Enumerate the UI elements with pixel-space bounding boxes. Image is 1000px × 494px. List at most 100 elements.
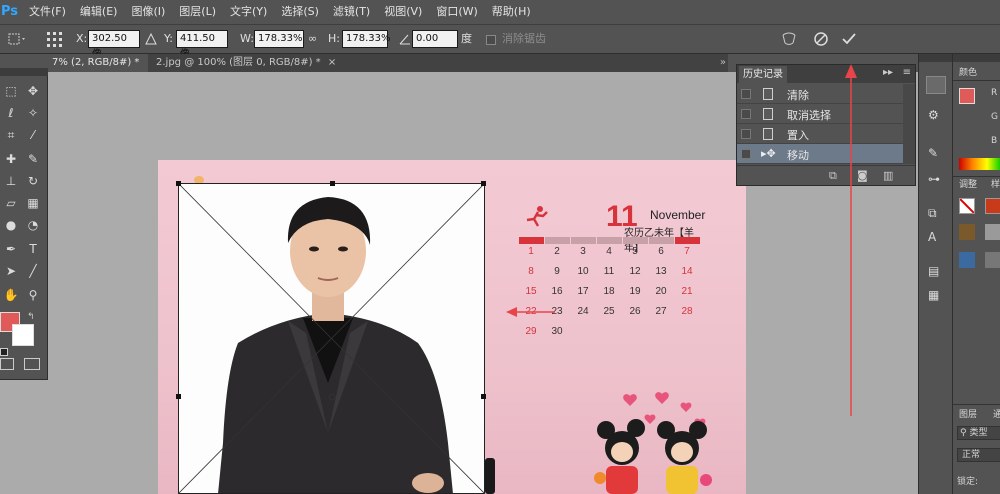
menu-select[interactable]: 选择(S) [274,0,326,24]
panel-column-grip[interactable] [919,54,953,62]
menu-window[interactable]: 窗口(W) [429,0,484,24]
menu-file[interactable]: 文件(F) [22,0,73,24]
menu-layer[interactable]: 图层(L) [172,0,223,24]
style-swatch[interactable] [985,198,1000,214]
swap-colors-icon[interactable]: ↰ [27,312,35,322]
y-position-input[interactable]: 411.50 像 [176,30,228,60]
history-item-active[interactable]: ▸✥ 移动 [737,144,903,164]
tab-styles[interactable]: 样 [987,178,1000,192]
trash-icon[interactable]: ▥ [883,169,893,182]
commit-transform-icon[interactable] [840,30,858,48]
right-panels-grip[interactable] [953,54,1000,62]
link-icon[interactable]: ∞ [308,30,322,48]
tools-panel-grip[interactable] [0,68,48,76]
history-item[interactable]: 取消选择 [737,104,903,124]
magic-wand-tool-icon[interactable]: ✧ [24,104,42,122]
brush-tool-icon[interactable]: ✎ [24,150,42,168]
height-input[interactable]: 178.33% [342,30,391,48]
clone-stamp-tool-icon[interactable]: ⊥ [2,172,20,190]
path-selection-tool-icon[interactable]: ➤ [2,262,20,280]
cartoon-mouse-decoration [594,392,712,494]
panel-menu-icon[interactable]: ≡ [903,67,911,78]
rotate-angle-input[interactable]: 0.00 [412,30,458,48]
history-source-checkbox[interactable] [741,89,751,99]
menu-edit[interactable]: 编辑(E) [73,0,125,24]
history-item[interactable]: 置入 [737,124,903,144]
history-scrollbar[interactable] [903,84,915,164]
quick-mask-icon[interactable] [0,358,14,370]
tab-adjustments[interactable]: 调整 [955,178,981,192]
zoom-tool-icon[interactable]: ⚲ [24,286,42,304]
lasso-tool-icon[interactable]: ℓ [2,104,20,122]
style-swatch[interactable] [959,252,975,268]
crop-tool-icon[interactable]: ⌗ [2,126,20,144]
brush-panel-icon[interactable]: ✎ [928,146,938,160]
panel-collapse-icon[interactable]: ▸▸ [883,67,893,78]
blend-mode-select[interactable]: 正常 [957,448,1000,462]
menu-filter[interactable]: 滤镜(T) [326,0,377,24]
hand-tool-icon[interactable]: ✋ [2,286,20,304]
history-panel-title[interactable]: 历史记录 [739,66,787,83]
menu-view[interactable]: 视图(V) [377,0,429,24]
blur-tool-icon[interactable]: ● [2,216,20,234]
history-panel-icon[interactable] [926,76,946,94]
background-color-swatch[interactable] [12,324,34,346]
character-panel-icon[interactable]: A [928,230,936,244]
transform-handle-right[interactable] [481,394,486,399]
tab-document-2[interactable]: 2.jpg @ 100% (图层 0, RGB/8#) * × [152,54,362,72]
dodge-tool-icon[interactable]: ◔ [24,216,42,234]
tab-color[interactable]: 颜色 [955,66,982,80]
tab-document-1[interactable]: 7% (2, RGB/8#) * × [48,54,148,86]
eyedropper-tool-icon[interactable]: ⁄ [24,126,42,144]
layer-filter-select[interactable]: ⚲ 类型 [957,426,1000,440]
type-tool-icon[interactable]: T [24,240,42,258]
history-source-checkbox[interactable] [741,129,751,139]
history-source-checkbox[interactable] [741,109,751,119]
line-tool-icon[interactable]: ╱ [24,262,42,280]
transform-tool-icon[interactable] [6,30,28,48]
reference-point-icon[interactable] [44,30,66,48]
style-swatch[interactable] [985,252,1000,268]
properties-panel-icon[interactable]: ⚙ [928,108,939,122]
style-swatch[interactable] [985,224,1000,240]
style-swatch[interactable] [959,224,975,240]
transform-handle-top[interactable] [330,181,335,186]
transform-handle-top-right[interactable] [481,181,486,186]
marquee-tool-icon[interactable]: ⬚ [2,82,20,100]
transform-handle-left[interactable] [176,394,181,399]
eraser-tool-icon[interactable]: ▱ [2,194,20,212]
close-icon[interactable]: × [328,57,336,68]
screen-mode-icon[interactable] [24,358,40,370]
antialias-checkbox[interactable] [486,35,496,45]
width-input[interactable]: 178.33% [254,30,304,48]
panel-foreground-swatch[interactable] [959,88,975,104]
history-brush-tool-icon[interactable]: ↻ [24,172,42,190]
actions-panel-icon[interactable]: ▤ [928,264,939,278]
menu-help[interactable]: 帮助(H) [485,0,538,24]
history-item-label: 移动 [787,149,809,162]
tabs-overflow-icon[interactable]: » [720,54,726,72]
clone-source-icon[interactable]: ⧉ [928,206,937,221]
move-tool-icon[interactable]: ✥ [24,82,42,100]
transform-handle-top-left[interactable] [176,181,181,186]
warp-mode-icon[interactable] [780,30,798,48]
menu-image[interactable]: 图像(I) [124,0,172,24]
tab-channels[interactable]: 通 [989,408,1000,422]
healing-brush-tool-icon[interactable]: ✚ [2,150,20,168]
cancel-transform-icon[interactable] [812,30,830,48]
history-source-checkbox[interactable] [741,149,751,159]
color-spectrum-bar[interactable] [959,158,1000,170]
history-item[interactable]: 清除 [737,84,903,104]
pen-tool-icon[interactable]: ✒ [2,240,20,258]
tab-layers[interactable]: 图层 [955,408,982,422]
new-document-from-state-icon[interactable]: ⧉ [829,169,837,183]
default-colors-icon[interactable] [0,348,8,356]
free-transform-box[interactable] [176,181,486,494]
x-position-input[interactable]: 302.50 像 [88,30,140,60]
menu-type[interactable]: 文字(Y) [223,0,274,24]
style-swatch-none-icon[interactable] [959,198,975,214]
gradient-tool-icon[interactable]: ▦ [24,194,42,212]
notes-panel-icon[interactable]: ▦ [928,288,939,302]
relative-position-icon[interactable] [144,30,158,48]
brush-presets-icon[interactable]: ⊶ [928,172,940,186]
